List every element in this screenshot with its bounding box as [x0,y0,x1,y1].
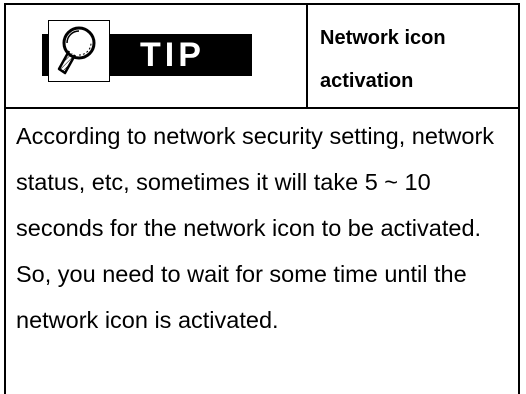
tip-label: TIP [140,36,205,74]
tip-title: Network icon activation [320,27,446,92]
tip-header: TIP Network icon activation [6,5,518,109]
tip-badge: TIP [42,20,252,82]
tip-body-text: According to network security setting, n… [16,123,495,333]
magnifier-icon [48,20,110,82]
tip-title-cell: Network icon activation [308,5,518,107]
tip-box: TIP Network icon activation According to… [4,3,520,394]
tip-badge-cell: TIP [6,5,308,107]
